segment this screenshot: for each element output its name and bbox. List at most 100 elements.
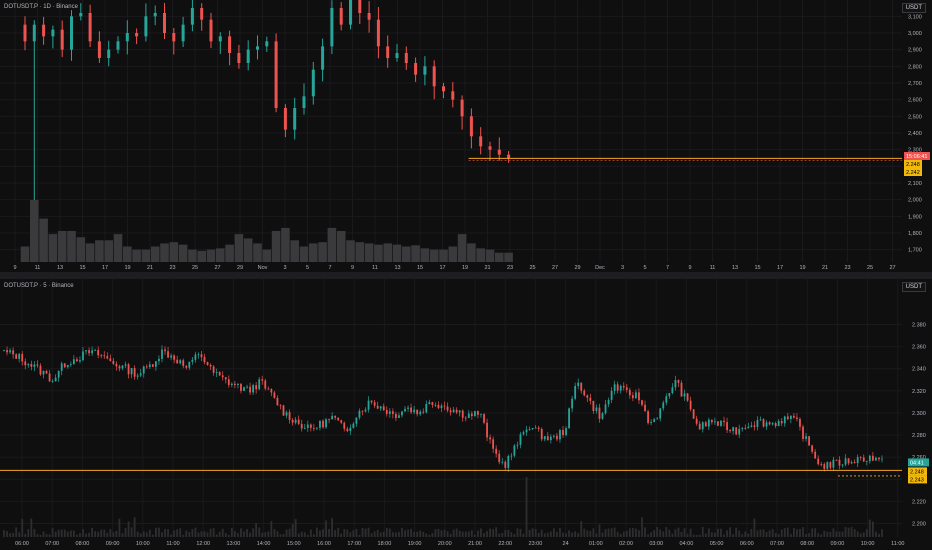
volume-bar <box>865 529 868 537</box>
daily-unit-label[interactable]: USDT <box>901 3 926 13</box>
price-tick-label: 1,700 <box>908 248 922 254</box>
volume-bar <box>85 533 87 537</box>
candle-body <box>808 436 810 446</box>
volume-bar <box>20 246 30 262</box>
intraday-chart-canvas[interactable]: 06:00 07:00 08:00 09:00 10:00 11:00 12:00 13:00… <box>0 279 932 550</box>
candle-body <box>774 423 777 426</box>
time-tick-label: 23:00 <box>529 541 543 547</box>
candle-body <box>60 29 64 50</box>
volume-bar <box>717 528 719 537</box>
candle-body <box>489 437 491 440</box>
candle-body <box>422 411 425 413</box>
volume-bar <box>440 530 443 537</box>
volume-bar <box>565 533 567 537</box>
volume-bar <box>121 533 124 537</box>
volume-bar <box>57 529 60 537</box>
volume-bar <box>349 532 352 537</box>
intraday-chart-pane[interactable]: 06:00 07:00 08:00 09:00 10:00 11:00 12:00 13:00… <box>0 279 932 550</box>
candle-body <box>586 395 589 398</box>
pane-divider[interactable] <box>0 272 932 279</box>
intraday-unit-label[interactable]: USDT <box>901 282 926 292</box>
volume-bar <box>528 529 531 537</box>
candle-body <box>115 363 118 367</box>
candle-body <box>425 403 428 413</box>
volume-bar <box>416 531 419 537</box>
candle-body <box>451 91 455 100</box>
candle-body <box>452 409 455 413</box>
volume-bar <box>233 531 236 537</box>
volume-bar <box>680 531 683 537</box>
candle-body <box>230 383 233 385</box>
volume-bar <box>799 529 801 537</box>
volume-bar <box>385 527 388 537</box>
candle-body <box>97 350 100 356</box>
candle-body <box>507 455 510 468</box>
candle-body <box>88 13 92 42</box>
candle-body <box>432 66 436 87</box>
volume-bar <box>176 529 179 537</box>
candle-body <box>330 8 334 47</box>
volume-bar <box>437 528 440 537</box>
volume-bar <box>123 246 132 262</box>
volume-bar <box>638 530 640 537</box>
candle-body <box>153 13 157 17</box>
price-tick-label: 1,900 <box>908 214 922 220</box>
volume-bar <box>571 532 574 537</box>
volume-bar <box>312 534 315 537</box>
price-badge: 2.248 <box>906 162 920 168</box>
candle-body <box>747 426 750 429</box>
candle-body <box>662 402 665 409</box>
countdown-badge: 04:41 <box>910 460 924 466</box>
volume-bar <box>789 534 792 537</box>
candle-body <box>680 382 683 397</box>
daily-chart-pane[interactable]: 9 11 13 15 17 19 21 23 25 27 29 Nov 3 5 7 9 11 13 15 17 19 21… <box>0 0 932 272</box>
candle-body <box>878 457 880 460</box>
candle-body <box>139 373 142 376</box>
candle-body <box>127 364 130 375</box>
volume-bar <box>148 529 151 537</box>
volume-bar <box>66 531 69 537</box>
volume-bar <box>388 528 391 537</box>
candle-body <box>631 395 634 399</box>
volume-bar <box>203 531 206 537</box>
candle-body <box>376 19 380 47</box>
volume-bar <box>610 528 613 537</box>
candle-body <box>692 409 695 419</box>
volume-bar <box>225 244 234 262</box>
daily-chart-canvas[interactable]: 9 11 13 15 17 19 21 23 25 27 29 Nov 3 5 7 9 11 13 15 17 19 21… <box>0 0 932 272</box>
date-tick-label: 23 <box>169 265 175 271</box>
candle-body <box>291 419 294 423</box>
candle-body <box>227 379 230 385</box>
candle-body <box>686 393 689 401</box>
candle-body <box>814 451 817 459</box>
candle-body <box>322 420 324 428</box>
candle-body <box>552 435 555 437</box>
candle-body <box>449 410 452 413</box>
date-tick-label: 13 <box>57 265 63 271</box>
volume-bar <box>525 477 528 537</box>
candle-body <box>27 363 30 366</box>
volume-bar <box>477 530 479 537</box>
time-tick-label: 07:00 <box>770 541 784 547</box>
candle-body <box>674 380 677 388</box>
candle-body <box>88 350 90 354</box>
candle-body <box>619 385 622 391</box>
time-tick-label: 04:00 <box>680 541 694 547</box>
volume-bar <box>234 234 244 262</box>
volume-bar <box>419 530 422 537</box>
volume-bar <box>355 528 358 537</box>
candle-body <box>732 427 735 432</box>
volume-bar <box>194 527 197 537</box>
volume-bar <box>370 533 373 537</box>
candle-body <box>531 428 534 430</box>
volume-bar <box>537 532 540 537</box>
intraday-chart-title: DOTUSDT.P · 5 · Binance <box>4 283 74 289</box>
candle-body <box>707 419 710 427</box>
volume-bar <box>449 533 452 537</box>
date-tick-label: 3 <box>621 265 624 271</box>
candle-body <box>79 13 83 17</box>
candle-body <box>768 422 771 425</box>
candle-body <box>282 405 285 416</box>
candle-body <box>844 458 847 465</box>
candle-body <box>783 416 786 424</box>
